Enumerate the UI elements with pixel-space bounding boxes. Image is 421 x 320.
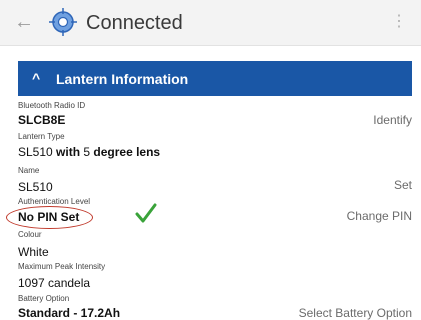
page-title: Connected bbox=[86, 12, 183, 34]
lantern-type-with: with bbox=[52, 145, 84, 159]
colour-value: White bbox=[18, 245, 49, 259]
lantern-type-label: Lantern Type bbox=[18, 132, 65, 141]
name-label: Name bbox=[18, 166, 40, 175]
colour-label: Colour bbox=[18, 230, 42, 239]
app-bar: ← Connected ⋮ bbox=[0, 0, 421, 46]
battery-option-label: Battery Option bbox=[18, 294, 70, 303]
section-title: Lantern Information bbox=[56, 71, 189, 87]
lantern-type-lens: degree lens bbox=[90, 145, 161, 159]
lantern-target-logo bbox=[49, 8, 77, 36]
radio-id-value: SLCB8E bbox=[18, 113, 66, 127]
battery-option-value: Standard - 17.2Ah bbox=[18, 306, 121, 320]
lantern-type-value: SL510 with 5 degree lens bbox=[18, 145, 160, 159]
set-name-button[interactable]: Set bbox=[394, 178, 412, 192]
max-intensity-value: 1097 candela bbox=[18, 276, 91, 290]
select-battery-option-button[interactable]: Select Battery Option bbox=[299, 306, 412, 320]
lantern-type-model: SL510 bbox=[18, 145, 53, 159]
change-pin-button[interactable]: Change PIN bbox=[347, 209, 412, 223]
chevron-up-icon: ^ bbox=[32, 70, 41, 86]
max-intensity-label: Maximum Peak Intensity bbox=[18, 262, 106, 271]
green-checkmark-icon bbox=[135, 203, 157, 223]
more-vertical-icon[interactable]: ⋮ bbox=[391, 12, 407, 32]
identify-button[interactable]: Identify bbox=[373, 113, 412, 127]
arrow-left-icon[interactable]: ← bbox=[14, 11, 34, 33]
auth-level-value: No PIN Set bbox=[18, 210, 80, 224]
name-value: SL510 bbox=[18, 180, 53, 194]
radio-id-label: Bluetooth Radio ID bbox=[18, 101, 86, 110]
lantern-information-header[interactable]: ^ Lantern Information bbox=[18, 61, 412, 96]
